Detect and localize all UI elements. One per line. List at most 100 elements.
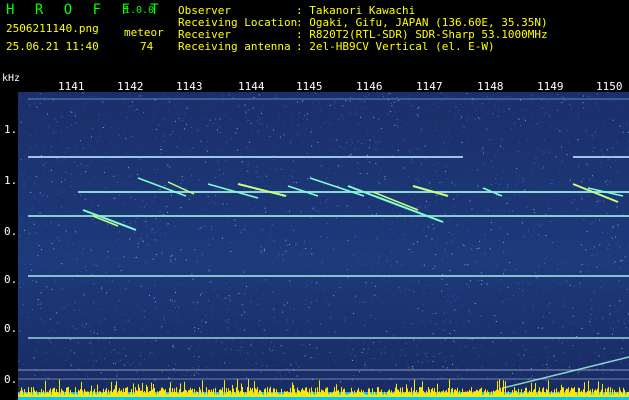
noise-dot — [403, 292, 405, 293]
noise-floor-bar — [452, 387, 453, 397]
noise-dot — [316, 207, 318, 209]
noise-dot — [67, 147, 69, 149]
noise-floor-bar — [217, 393, 218, 397]
noise-dot — [552, 182, 554, 184]
noise-floor-bar — [304, 390, 305, 397]
noise-dot — [137, 242, 139, 244]
noise-floor-bar — [549, 393, 550, 397]
noise-dot — [221, 269, 223, 271]
noise-dot — [459, 289, 460, 291]
noise-dot — [346, 141, 348, 143]
noise-dot — [568, 366, 570, 368]
noise-dot — [595, 318, 597, 320]
noise-floor-bar — [347, 394, 348, 397]
noise-dot — [590, 318, 592, 320]
noise-dot — [310, 332, 312, 334]
noise-floor-bar — [198, 394, 199, 397]
noise-floor-bar — [364, 393, 365, 397]
noise-floor-bar — [142, 382, 143, 397]
noise-dot — [536, 277, 538, 279]
noise-dot — [197, 373, 199, 375]
noise-dot — [459, 103, 461, 105]
noise-dot — [587, 165, 589, 167]
noise-dot — [44, 191, 45, 193]
noise-dot — [535, 277, 537, 278]
noise-dot — [514, 122, 515, 124]
noise-floor-bar — [94, 388, 95, 397]
noise-dot — [323, 290, 325, 291]
noise-dot — [205, 321, 207, 323]
noise-dot — [191, 273, 193, 275]
noise-dot — [386, 330, 388, 332]
noise-dot — [491, 252, 493, 254]
noise-dot — [177, 106, 179, 108]
noise-dot — [597, 333, 599, 334]
noise-dot — [592, 175, 594, 177]
noise-dot — [593, 179, 595, 181]
noise-dot — [518, 175, 520, 177]
noise-dot — [506, 186, 508, 188]
noise-dot — [531, 97, 533, 99]
noise-floor-bar — [101, 393, 102, 397]
noise-floor-bar — [92, 394, 93, 397]
noise-floor-bar — [474, 391, 475, 397]
noise-dot — [369, 144, 371, 146]
noise-dot — [425, 122, 427, 124]
noise-dot — [340, 100, 342, 102]
noise-dot — [517, 151, 519, 153]
noise-dot — [544, 112, 546, 114]
noise-dot — [120, 314, 122, 315]
noise-dot — [242, 309, 244, 311]
noise-floor-bar — [490, 394, 491, 397]
noise-dot — [407, 176, 409, 178]
noise-dot — [131, 101, 133, 103]
noise-dot — [364, 324, 366, 326]
noise-dot — [600, 161, 602, 163]
noise-dot — [402, 321, 404, 323]
noise-dot — [464, 220, 466, 222]
noise-dot — [327, 332, 329, 334]
noise-dot — [571, 268, 573, 270]
noise-dot — [192, 179, 194, 181]
noise-dot — [589, 321, 591, 323]
noise-dot — [118, 352, 120, 353]
noise-dot — [605, 121, 607, 123]
noise-floor-bar — [126, 387, 127, 397]
noise-dot — [81, 234, 83, 236]
noise-dot — [334, 117, 335, 119]
noise-floor-bar — [419, 387, 420, 397]
noise-dot — [177, 315, 179, 317]
noise-dot — [119, 137, 121, 139]
noise-dot — [55, 331, 56, 332]
noise-dot — [177, 305, 179, 307]
noise-floor-bar — [551, 391, 552, 397]
noise-dot — [423, 172, 425, 174]
noise-dot — [247, 362, 249, 363]
noise-dot — [29, 104, 31, 106]
noise-floor-bar — [131, 388, 132, 397]
noise-dot — [317, 114, 318, 116]
noise-dot — [113, 175, 115, 177]
noise-floor-bar — [592, 388, 593, 397]
noise-dot — [180, 183, 182, 185]
noise-floor-bar — [262, 394, 263, 397]
noise-dot — [454, 237, 456, 239]
noise-dot — [386, 113, 388, 115]
noise-dot — [123, 133, 125, 135]
noise-dot — [434, 129, 436, 131]
noise-dot — [325, 296, 326, 298]
noise-dot — [403, 201, 405, 203]
noise-dot — [217, 129, 218, 131]
noise-dot — [261, 112, 262, 114]
noise-dot — [31, 209, 33, 211]
noise-dot — [287, 132, 289, 133]
noise-dot — [505, 198, 507, 200]
noise-dot — [259, 197, 261, 199]
noise-dot — [622, 286, 624, 288]
noise-floor-bar — [435, 392, 436, 397]
noise-dot — [443, 222, 445, 224]
noise-dot — [590, 325, 592, 327]
noise-dot — [91, 274, 93, 275]
noise-dot — [215, 225, 217, 227]
noise-dot — [356, 222, 358, 224]
